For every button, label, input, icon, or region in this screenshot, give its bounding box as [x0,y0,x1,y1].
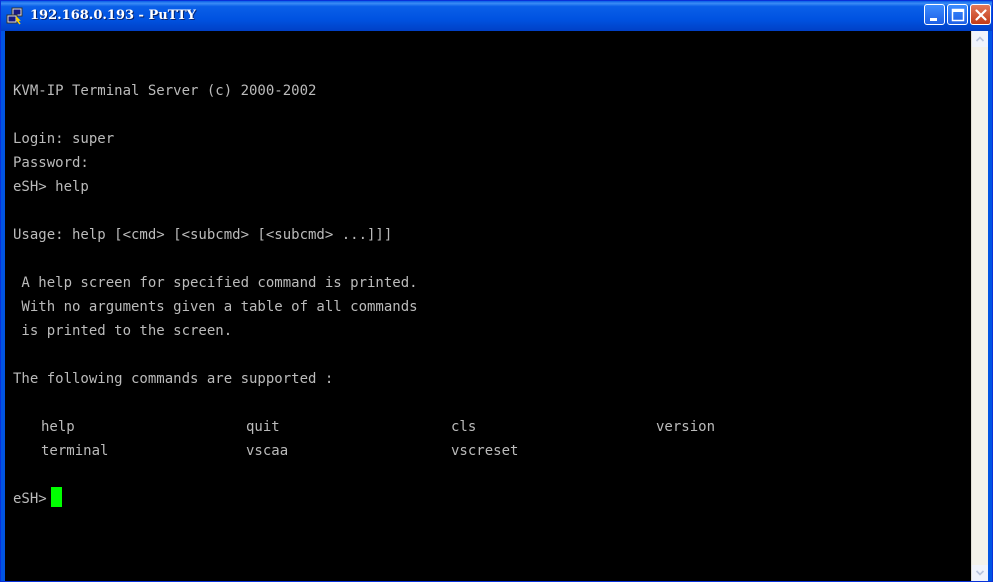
minimize-button[interactable] [924,4,945,25]
description-line: With no arguments given a table of all c… [13,299,418,315]
close-button[interactable] [970,4,991,25]
description-line: is printed to the screen. [13,323,233,339]
command-name: quit [246,419,280,435]
window-title: 192.168.0.193 - PuTTY [30,8,196,23]
terminal-screen[interactable]: KVM-IP Terminal Server (c) 2000-2002 Log… [5,31,972,581]
scroll-up-button[interactable] [972,31,988,47]
prompt-line[interactable]: eSH> [13,487,972,511]
maximize-icon [951,8,965,22]
command-name: vscaa [246,443,289,459]
command-name: cls [451,419,477,435]
command-row: help quit cls version [13,415,972,439]
login-line: Login: super [13,131,115,147]
scroll-down-button[interactable] [972,565,988,581]
putty-window: 192.168.0.193 - PuTTY KVM-IP Terminal Se… [0,0,993,582]
vertical-scrollbar[interactable] [971,31,988,581]
supported-header: The following commands are supported : [13,371,334,387]
minimize-icon [930,18,937,21]
prompt-text: eSH> [13,491,47,507]
arrow-down-icon [975,570,985,576]
close-icon [975,9,987,21]
command-row: terminal vscaa vscreset [13,439,972,463]
title-bar[interactable]: 192.168.0.193 - PuTTY [1,1,992,31]
command-name: vscreset [451,443,519,459]
help-command-line: eSH> help [13,179,89,195]
banner-line: KVM-IP Terminal Server (c) 2000-2002 [13,83,317,99]
arrow-up-icon [975,36,985,42]
usage-line: Usage: help [<cmd> [<subcmd> [<subcmd> .… [13,227,393,243]
command-name: help [41,419,75,435]
password-line: Password: [13,155,89,171]
window-frame: KVM-IP Terminal Server (c) 2000-2002 Log… [5,31,988,581]
command-name: version [656,419,716,435]
command-name: terminal [41,443,109,459]
description-line: A help screen for specified command is p… [13,275,418,291]
putty-icon[interactable] [6,7,24,25]
maximize-button[interactable] [947,4,968,25]
text-cursor [50,487,62,507]
